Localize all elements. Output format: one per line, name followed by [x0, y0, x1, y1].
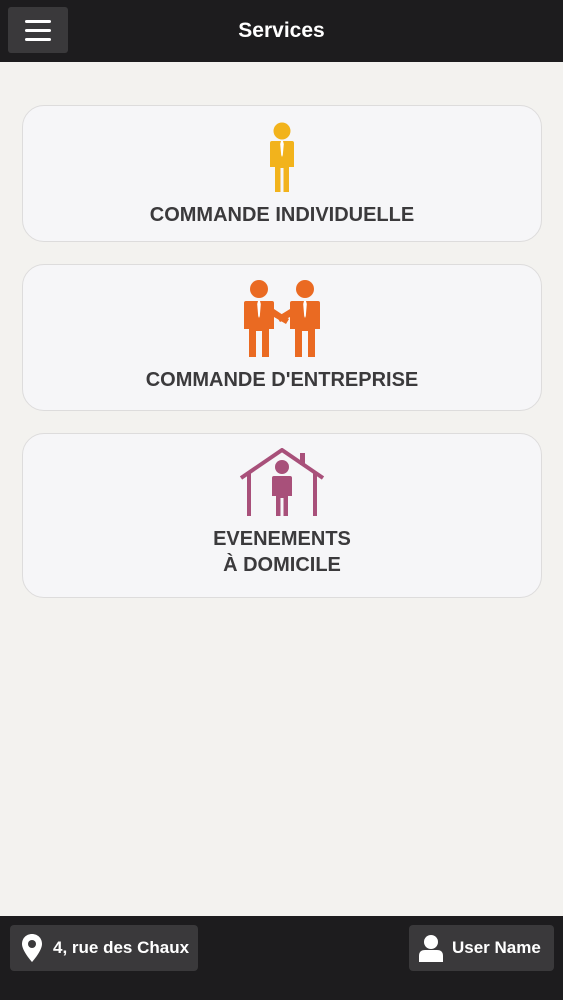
page-title: Services — [238, 19, 325, 42]
service-label: COMMANDE D'ENTREPRISE — [145, 369, 419, 391]
user-icon — [419, 935, 443, 962]
user-button[interactable]: User Name — [409, 925, 554, 971]
service-label-line-1: EVENEMENTS — [213, 528, 351, 550]
bottom-bar: 4, rue des Chaux User Name — [0, 916, 563, 1000]
address-button[interactable]: 4, rue des Chaux — [10, 925, 198, 971]
service-card-commande-individuelle[interactable]: COMMANDE INDIVIDUELLE — [22, 105, 542, 242]
top-bar: Services — [0, 0, 563, 62]
person-icon — [270, 122, 294, 192]
service-label: COMMANDE INDIVIDUELLE — [149, 204, 415, 226]
service-card-evenements-domicile[interactable]: EVENEMENTS À DOMICILE — [22, 433, 542, 598]
service-card-commande-entreprise[interactable]: COMMANDE D'ENTREPRISE — [22, 264, 542, 411]
person-in-house-icon — [239, 448, 325, 516]
address-text: 4, rue des Chaux — [53, 938, 190, 957]
location-pin-icon — [22, 934, 42, 962]
service-label-line-2: À DOMICILE — [223, 554, 341, 576]
handshake-people-icon — [244, 280, 320, 357]
user-name: User Name — [452, 938, 541, 957]
